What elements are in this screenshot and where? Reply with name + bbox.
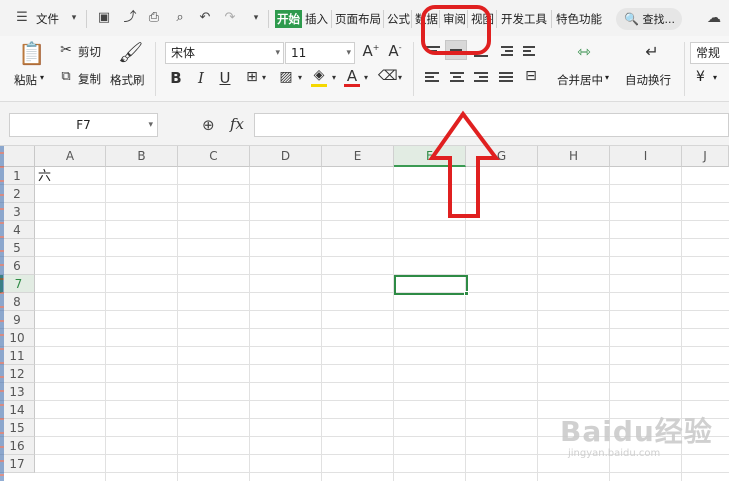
baidu-watermark: Baidu经验 jingyan.baidu.com bbox=[560, 410, 720, 470]
highlight-box bbox=[421, 5, 491, 55]
annotation-overlay bbox=[421, 5, 500, 218]
watermark-brand: Baidu经验 bbox=[560, 415, 713, 448]
up-arrow-icon bbox=[428, 110, 500, 218]
watermark-url: jingyan.baidu.com bbox=[568, 448, 661, 459]
